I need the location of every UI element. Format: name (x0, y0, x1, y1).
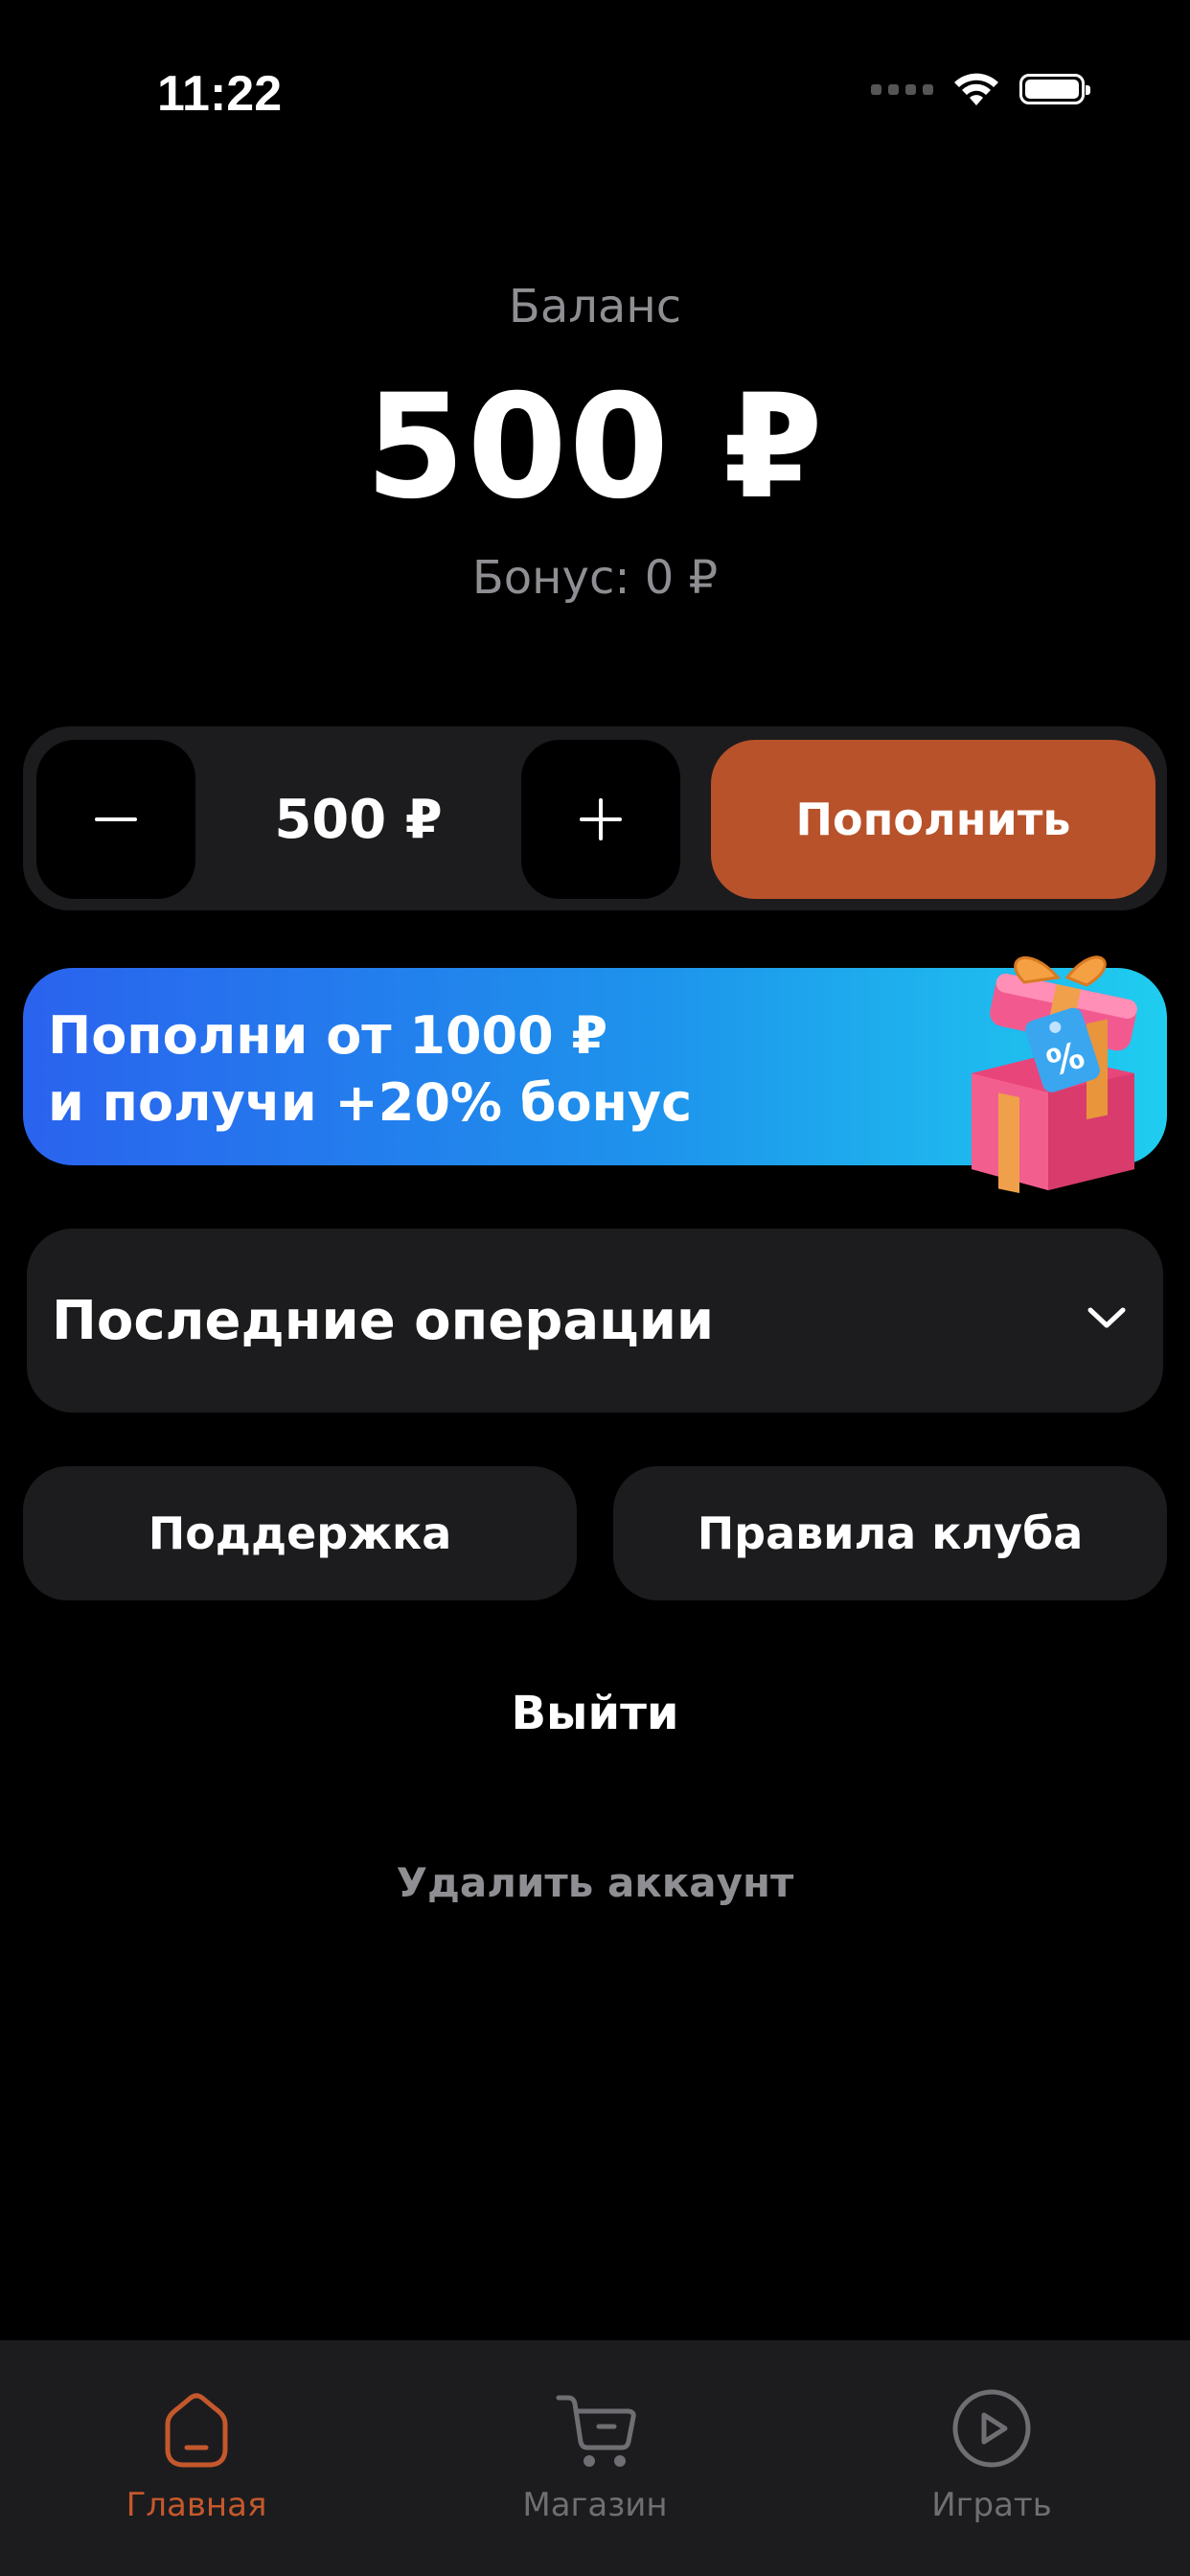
tab-home[interactable]: Главная (53, 2382, 340, 2524)
tab-bar: Главная Магазин Играть (0, 2340, 1190, 2576)
cart-icon (556, 2395, 636, 2467)
home-icon (165, 2393, 228, 2468)
wifi-icon (954, 73, 998, 105)
support-button[interactable]: Поддержка (23, 1466, 577, 1600)
promo-line-1: Пополни от 1000 ₽ (48, 1005, 608, 1066)
tab-play[interactable]: Играть (848, 2382, 1135, 2524)
tab-shop[interactable]: Магазин (451, 2382, 739, 2524)
topup-amount-value: 500 ₽ (274, 788, 443, 851)
minus-icon (95, 817, 137, 821)
plus-icon (580, 798, 622, 840)
chevron-down-icon (1087, 1307, 1126, 1328)
promo-banner[interactable]: Пополни от 1000 ₽ и получи +20% бонус % (23, 955, 1167, 1194)
tab-home-label: Главная (126, 2486, 267, 2524)
logout-button[interactable]: Выйти (0, 1687, 1190, 1740)
increase-amount-button[interactable] (521, 740, 680, 899)
play-icon (952, 2389, 1031, 2468)
promo-text: Пополни от 1000 ₽ и получи +20% бонус (48, 1002, 692, 1137)
gift-box-icon: % (972, 955, 1137, 1194)
status-icons (871, 71, 1090, 107)
tab-play-label: Играть (931, 2486, 1052, 2524)
battery-icon (1019, 74, 1090, 104)
topup-button[interactable]: Пополнить (711, 740, 1156, 899)
delete-account-link[interactable]: Удалить аккаунт (0, 1859, 1190, 1906)
club-rules-button[interactable]: Правила клуба (613, 1466, 1167, 1600)
topup-control: 500 ₽ Пополнить (23, 726, 1167, 910)
bonus-amount: Бонус: 0 ₽ (471, 551, 719, 605)
balance-label: Баланс (508, 280, 682, 334)
cellular-signal-icon (871, 83, 933, 95)
recent-operations-title: Последние операции (52, 1289, 715, 1352)
status-time: 11:22 (157, 66, 283, 122)
tab-shop-label: Магазин (522, 2486, 668, 2524)
decrease-amount-button[interactable] (36, 740, 195, 899)
promo-line-2: и получи +20% бонус (48, 1072, 693, 1133)
balance-amount: 500 ₽ (365, 364, 825, 531)
recent-operations-accordion[interactable]: Последние операции (27, 1229, 1163, 1413)
